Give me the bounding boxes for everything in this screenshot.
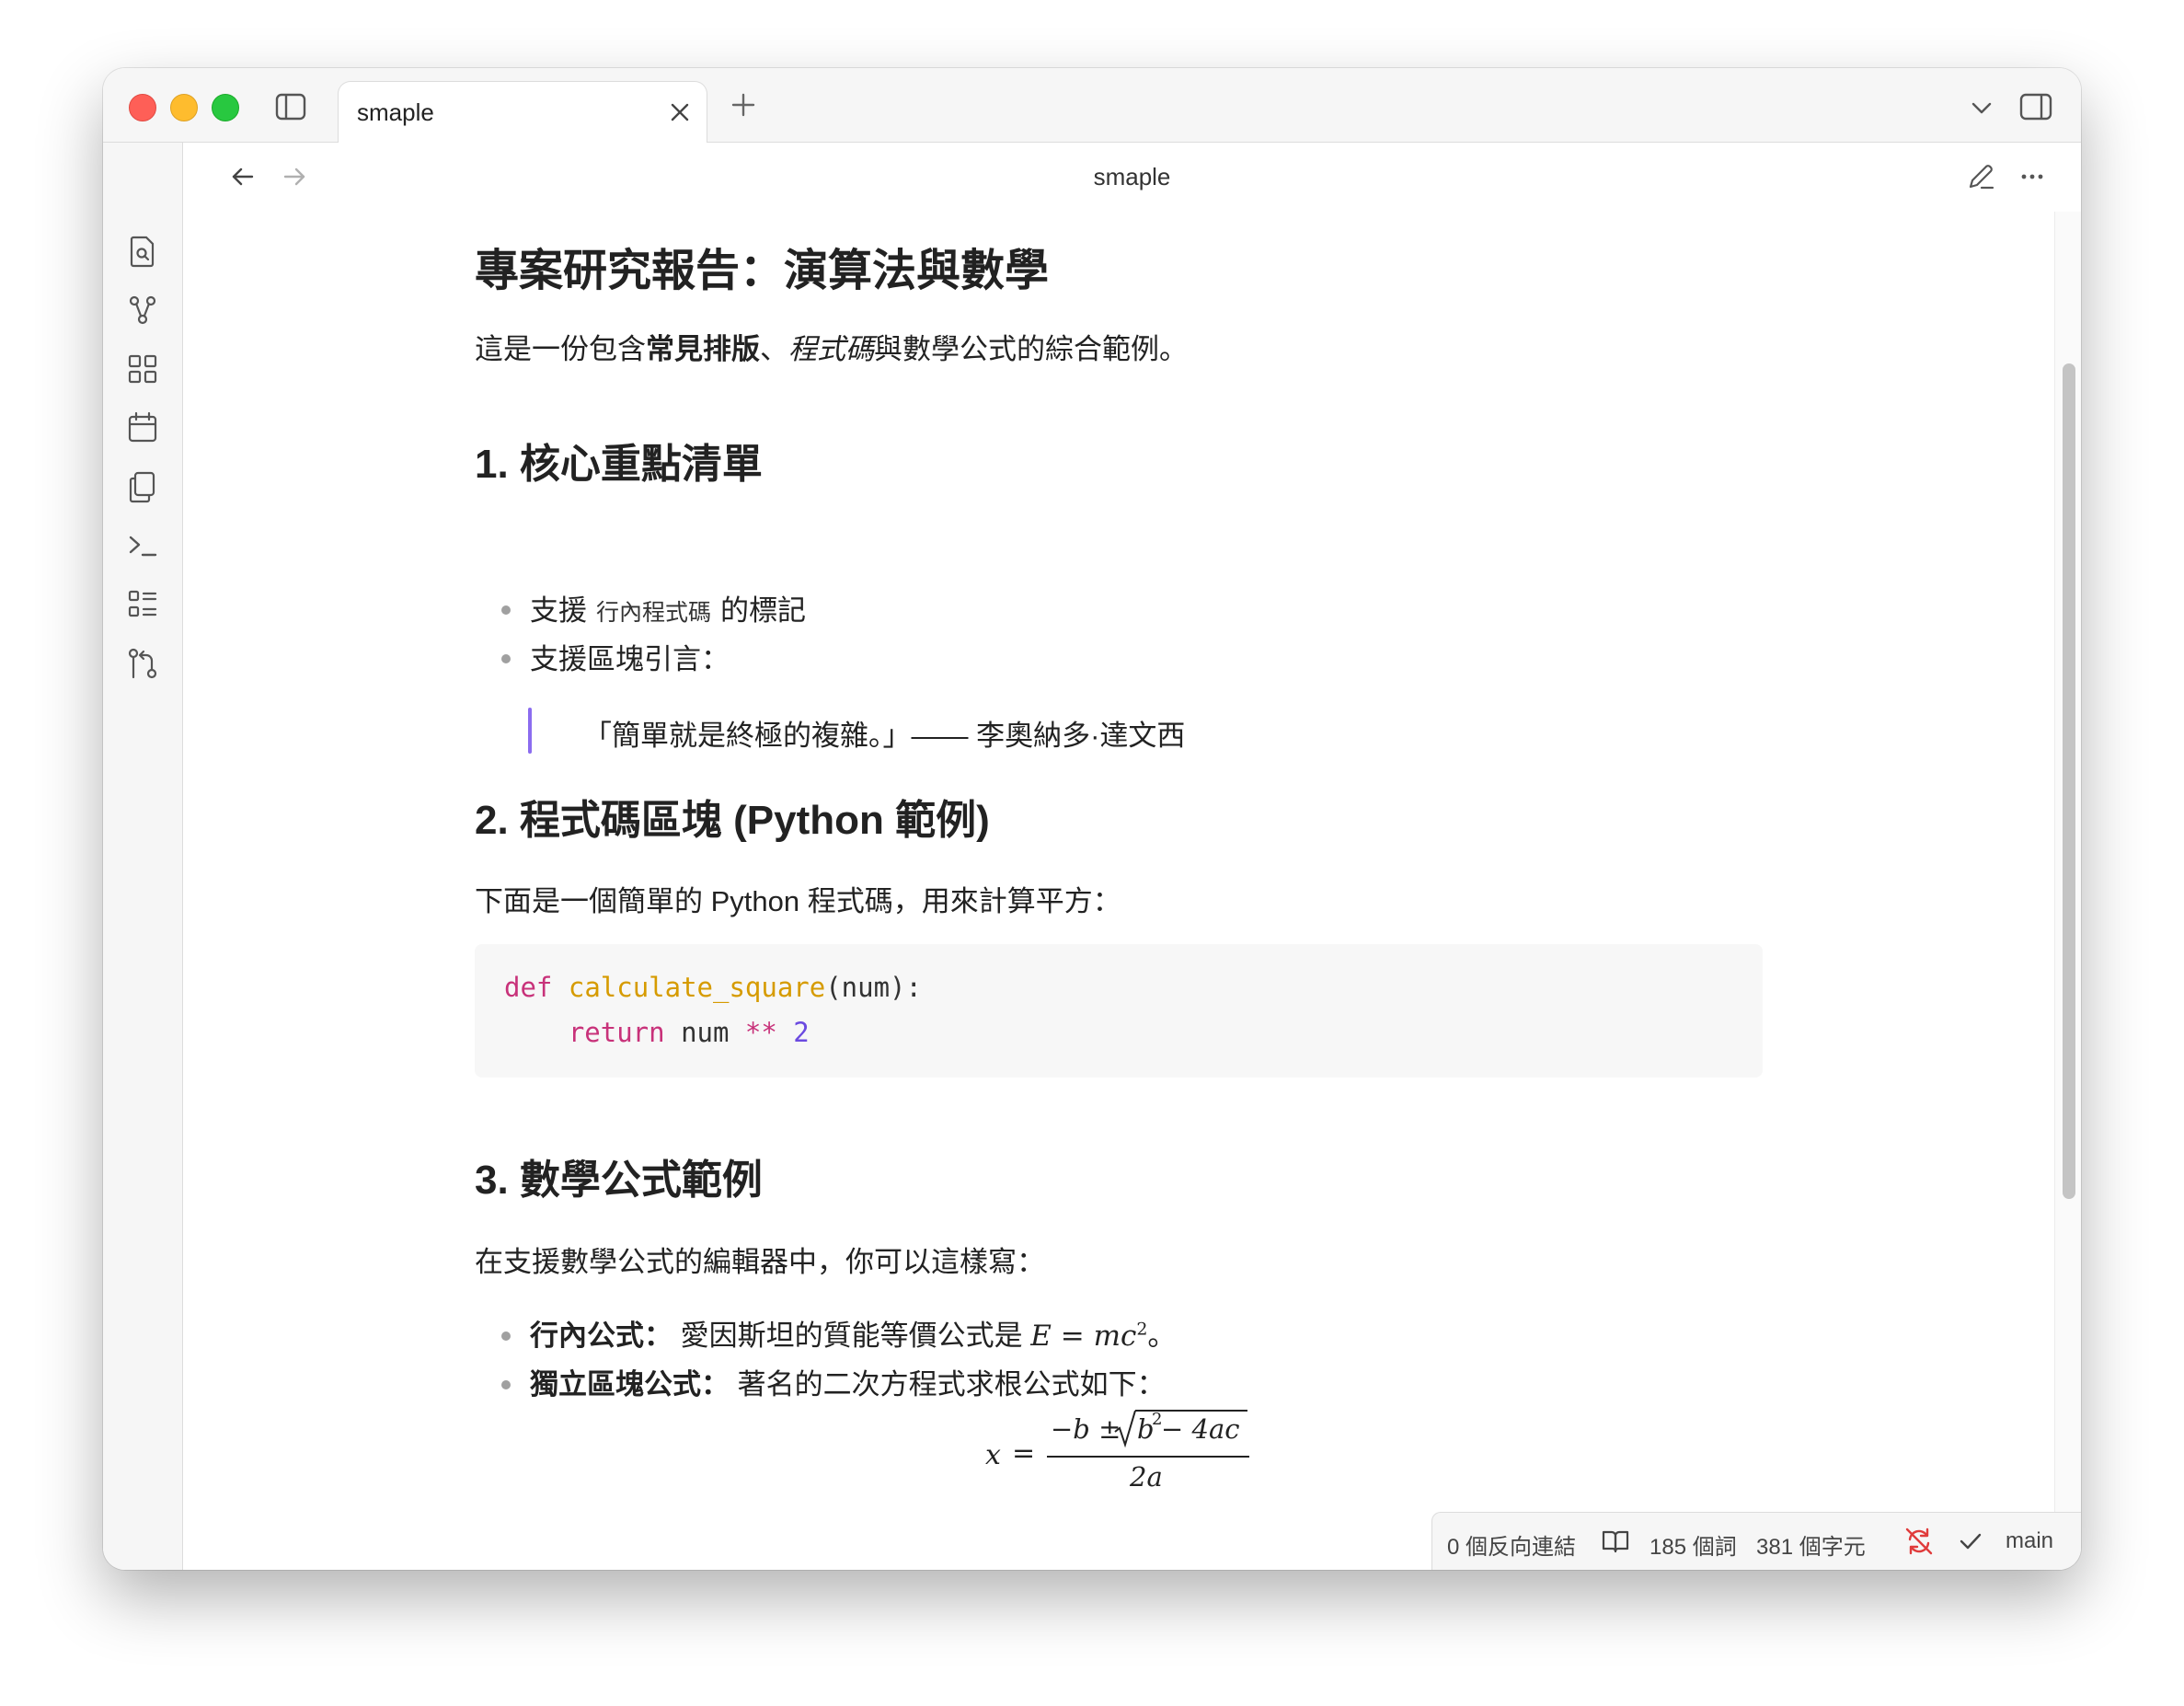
canvas-grid-icon[interactable] xyxy=(125,352,160,386)
tab-title: smaple xyxy=(357,98,434,126)
scrollbar-thumb[interactable] xyxy=(2063,363,2075,1199)
list-item-text: 著名的二次方程式求根公式如下： xyxy=(730,1368,1166,1401)
code-text: (num): xyxy=(825,972,922,1003)
terminal-icon[interactable] xyxy=(125,528,160,563)
character-count: 381 個字元 xyxy=(1756,1535,1866,1560)
inline-code: 行內程式碼 xyxy=(596,599,712,626)
blockquote-bar xyxy=(528,708,532,754)
code-keyword: return xyxy=(568,1017,665,1048)
bullet-dot xyxy=(501,654,511,663)
paragraph: 在支援數學公式的編輯器中，你可以這樣寫： xyxy=(475,1246,1045,1278)
bullet-dot xyxy=(501,605,511,615)
editor-content[interactable]: 專案研究報告：演算法與數學 這是一份包含常見排版、程式碼與數學公式的綜合範例。 … xyxy=(183,212,2081,1570)
more-options-icon[interactable] xyxy=(2017,161,2048,192)
code-number: 2 xyxy=(776,1017,810,1048)
view-title[interactable]: smaple xyxy=(183,163,2081,191)
paragraph: 下面是一個簡單的 Python 程式碼，用來計算平方： xyxy=(475,885,1121,917)
math-variable: mc xyxy=(1093,1320,1137,1353)
code-line: def calculate_square(num): xyxy=(504,972,922,1003)
intro-bold: 常見排版 xyxy=(646,333,760,365)
reading-book-icon[interactable] xyxy=(1601,1527,1630,1555)
list-item-label: 獨立區塊公式： xyxy=(530,1368,730,1401)
list-item-text: 愛因斯坦的質能等價公式是 xyxy=(672,1320,1031,1352)
intro-italic: 程式碼 xyxy=(788,333,874,365)
page-title: 專案研究報告：演算法與數學 xyxy=(475,247,1050,295)
pencil-edit-icon[interactable] xyxy=(1965,161,1996,192)
app-window: smaple smaple 專案研究報告：演算法與數學 這是一份包含常見排版、程… xyxy=(103,68,2081,1570)
bullet-dot xyxy=(501,1380,511,1389)
display-formula: x = −b ± b 2 − 4ac 2a xyxy=(981,1408,1275,1509)
file-search-icon[interactable] xyxy=(125,234,160,269)
close-icon[interactable] xyxy=(668,100,692,124)
tab-smaple[interactable]: smaple xyxy=(338,81,707,144)
graph-view-icon[interactable] xyxy=(125,293,160,328)
math-operator: = xyxy=(1051,1320,1094,1353)
list-item-text: 支援 xyxy=(530,594,587,627)
code-keyword: def xyxy=(504,972,553,1003)
list-item-text-end: 。 xyxy=(1147,1320,1177,1352)
fraction-denominator: 2a xyxy=(1130,1461,1163,1493)
math-expression: − 4ac xyxy=(1161,1413,1240,1445)
chevron-down-icon[interactable] xyxy=(1968,94,1995,121)
intro-paragraph: 這是一份包含常見排版、程式碼與數學公式的綜合範例。 xyxy=(475,326,1188,367)
minimize-window-button[interactable] xyxy=(170,94,198,121)
fraction-numerator: −b ± b 2 − 4ac xyxy=(1043,1408,1249,1448)
check-icon[interactable] xyxy=(1957,1527,1984,1555)
left-sidebar-toggle-icon[interactable] xyxy=(274,90,307,123)
word-count: 185 個詞 xyxy=(1649,1535,1737,1560)
section-heading-3: 3. 數學公式範例 xyxy=(475,1158,763,1203)
list-item-label: 行內公式： xyxy=(530,1320,672,1352)
status-bar: 0 個反向連結 185 個詞 381 個字元 main xyxy=(1431,1512,2081,1570)
fraction-bar xyxy=(1047,1456,1249,1458)
backlinks-count[interactable]: 0 個反向連結 xyxy=(1447,1528,1576,1561)
list-item: 支援區塊引言： xyxy=(530,643,730,675)
list-item: 支援 行內程式碼 的標記 xyxy=(530,587,806,628)
bullet-dot xyxy=(501,1331,511,1341)
scrollbar-track[interactable] xyxy=(2054,212,2081,1570)
list-item-text-end: 的標記 xyxy=(720,594,807,627)
git-branch-label[interactable]: main xyxy=(2006,1528,2053,1554)
code-block: def calculate_square(num): return num **… xyxy=(475,944,1763,1078)
view-header: smaple xyxy=(183,143,2081,212)
math-variable: E xyxy=(1030,1320,1052,1353)
calendar-icon[interactable] xyxy=(125,410,160,445)
zoom-window-button[interactable] xyxy=(212,94,239,121)
close-window-button[interactable] xyxy=(129,94,156,121)
title-bar: smaple xyxy=(103,68,2081,144)
code-text: num xyxy=(664,1017,745,1048)
math-expression: −b ± xyxy=(1051,1413,1121,1445)
copy-files-icon[interactable] xyxy=(125,469,160,504)
list-item: 行內公式： 愛因斯坦的質能等價公式是 E = mc2。 xyxy=(530,1312,1176,1354)
intro-text: 這是一份包含 xyxy=(475,333,646,365)
code-operator: ** xyxy=(744,1017,777,1048)
math-exponent: 2 xyxy=(1136,1319,1148,1340)
left-ribbon xyxy=(103,143,183,1570)
math-operator: = xyxy=(1012,1437,1036,1470)
sqrt-radical-icon xyxy=(1114,1410,1136,1448)
section-heading-1: 1. 核心重點清單 xyxy=(475,442,763,487)
code-function-name: calculate_square xyxy=(568,972,826,1003)
intro-text-end: 與數學公式的綜合範例。 xyxy=(874,333,1188,365)
right-sidebar-toggle-icon[interactable] xyxy=(2018,90,2053,123)
code-line: return num ** 2 xyxy=(504,1017,810,1048)
math-variable: x xyxy=(985,1439,1001,1471)
blockquote-text: 「簡單就是終極的複雜。」—— 李奧納多·達文西 xyxy=(583,720,1186,752)
intro-separator: 、 xyxy=(760,333,788,365)
section-heading-2: 2. 程式碼區塊 (Python 範例) xyxy=(475,798,990,843)
list-item: 獨立區塊公式： 著名的二次方程式求根公式如下： xyxy=(530,1361,1166,1402)
new-tab-plus-icon[interactable] xyxy=(729,90,758,120)
sync-error-icon[interactable] xyxy=(1903,1526,1935,1557)
list-layout-icon[interactable] xyxy=(125,587,160,622)
git-compare-icon[interactable] xyxy=(125,646,160,681)
